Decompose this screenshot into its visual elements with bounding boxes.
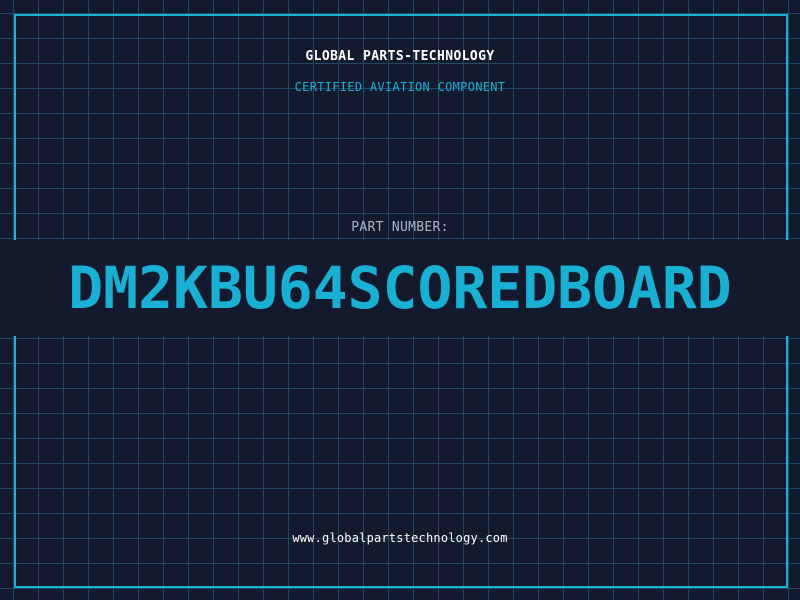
website-url: www.globalpartstechnology.com bbox=[292, 531, 508, 545]
part-number-value: DM2KBU64SCOREDBOARD bbox=[68, 254, 732, 322]
company-name: GLOBAL PARTS-TECHNOLOGY bbox=[305, 49, 495, 64]
part-number-band: DM2KBU64SCOREDBOARD bbox=[0, 240, 800, 336]
certification-subtitle: CERTIFIED AVIATION COMPONENT bbox=[294, 80, 506, 94]
part-number-label: PART NUMBER: bbox=[351, 220, 449, 235]
